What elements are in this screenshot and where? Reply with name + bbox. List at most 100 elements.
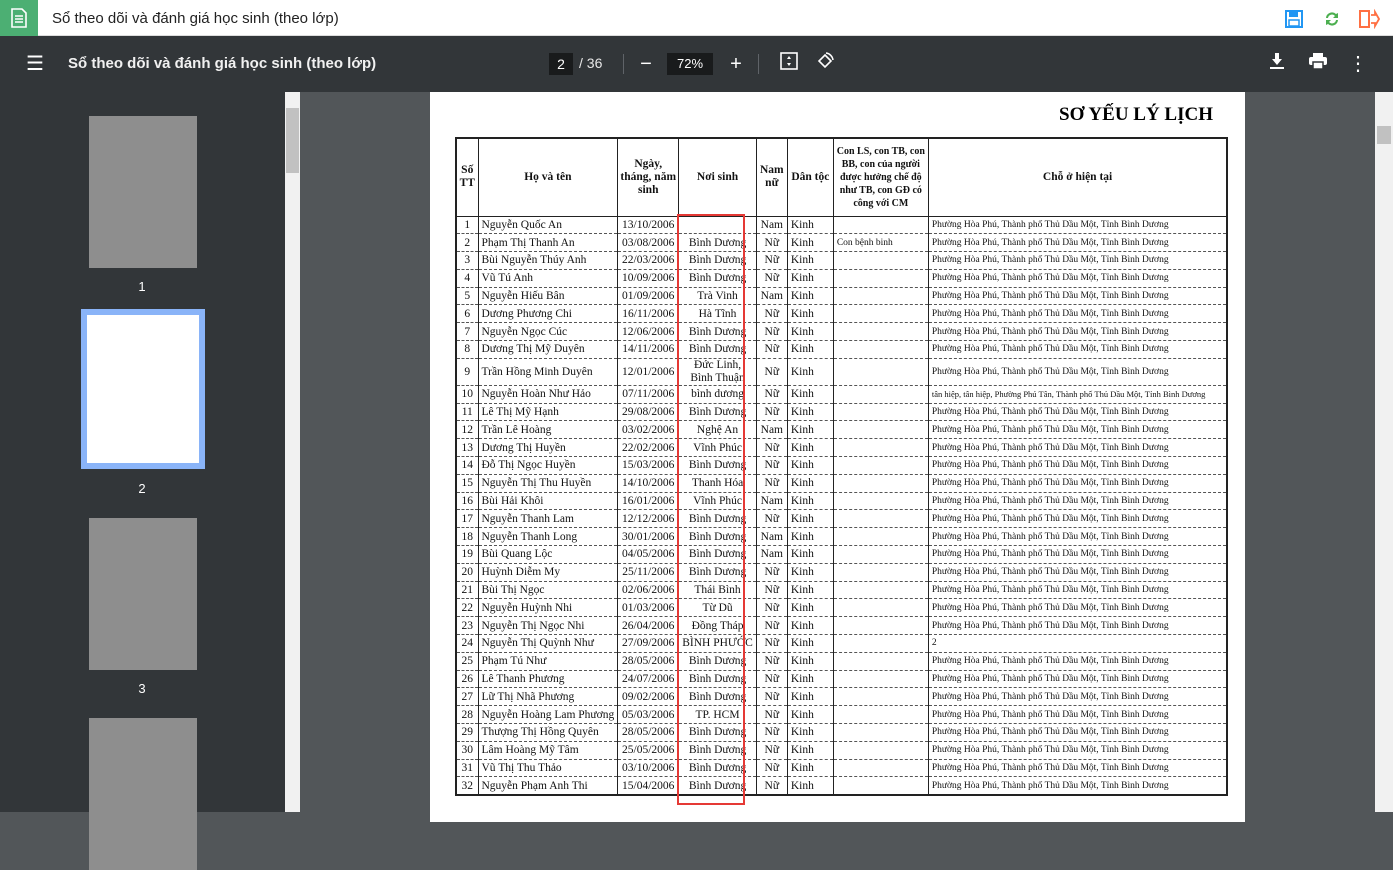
policy-status (832, 474, 929, 493)
birth-place: Đức Linh, Bình Thuận (678, 358, 757, 386)
ethnicity: Kinh (786, 545, 834, 564)
policy-status (832, 438, 929, 458)
row-number: 6 (455, 304, 479, 324)
column-header: Nơi sinh (678, 137, 757, 217)
birth-date: 01/09/2006 (617, 287, 680, 306)
rotate-icon[interactable] (813, 52, 837, 76)
pdf-toolbar: ☰ Sổ theo dõi và đánh giá học sinh (theo… (0, 36, 1393, 92)
main-scrollbar[interactable] (1375, 92, 1393, 812)
gender: Nam (755, 545, 788, 564)
row-number: 30 (455, 741, 479, 760)
current-address: Phường Hòa Phú, Thành phố Thủ Dầu Một, T… (927, 563, 1228, 582)
policy-status (832, 403, 929, 422)
title-bar: Sổ theo dõi và đánh giá học sinh (theo l… (0, 0, 1393, 36)
student-name: Lâm Hoàng Mỹ Tâm (477, 741, 619, 760)
birth-date: 28/05/2006 (617, 652, 680, 671)
fit-page-icon[interactable] (777, 52, 801, 76)
table-row: 12 Trần Lê Hoàng 03/02/2006 Nghệ An Nam Kinh P… (455, 420, 1228, 440)
page-number-input[interactable]: 2 (549, 53, 573, 75)
policy-status (832, 705, 929, 725)
thumbnail-page-4[interactable] (89, 718, 197, 870)
table-row: 23 Nguyễn Thị Ngọc Nhi 26/04/2006 Đồng Tháp… (455, 616, 1228, 636)
row-number: 31 (455, 759, 479, 778)
birth-place: Vĩnh Phúc (678, 438, 757, 458)
ethnicity: Kinh (786, 527, 834, 547)
birth-place: Bình Dương (678, 723, 757, 742)
column-header: Ngày, tháng, năm sinh (617, 137, 680, 217)
table-row: 15 Nguyễn Thị Thu Huyền 14/10/2006 Thanh Hó… (455, 474, 1228, 493)
current-address: Phường Hòa Phú, Thành phố Thủ Dầu Một, T… (927, 492, 1228, 511)
current-address: Phường Hòa Phú, Thành phố Thủ Dầu Một, T… (927, 269, 1228, 288)
policy-status: Con bệnh binh (832, 233, 929, 253)
student-name: Vũ Thị Thu Thảo (477, 759, 619, 778)
birth-date: 30/01/2006 (617, 527, 680, 547)
gender: Nữ (755, 403, 788, 422)
current-address: Phường Hòa Phú, Thành phố Thủ Dầu Một, T… (927, 723, 1228, 742)
download-icon[interactable] (1265, 52, 1289, 76)
table-row: 25 Phạm Tú Như 28/05/2006 Bình Dương Nữ Kinh P… (455, 652, 1228, 671)
birth-place: Bình Dương (678, 545, 757, 564)
birth-place: Bình Dương (678, 269, 757, 288)
gender: Nữ (755, 670, 788, 689)
policy-status (832, 741, 929, 760)
thumbnail-page-3[interactable] (89, 518, 197, 670)
row-number: 28 (455, 705, 479, 725)
ethnicity: Kinh (786, 233, 834, 253)
ethnicity: Kinh (786, 616, 834, 636)
thumbnail-page-2[interactable] (81, 309, 205, 469)
print-icon[interactable] (1306, 52, 1330, 76)
column-header: Dân tộc (786, 137, 834, 217)
table-row: 4 Vũ Tú Anh 10/09/2006 Bình Dương Nữ Kinh Phườ… (455, 269, 1228, 288)
policy-status (832, 687, 929, 707)
gender: Nữ (755, 741, 788, 760)
birth-place: Trà Vinh (678, 287, 757, 306)
gender: Nữ (755, 687, 788, 707)
zoom-input[interactable]: 72% (667, 53, 713, 75)
ethnicity: Kinh (786, 776, 834, 796)
save-icon[interactable] (1284, 9, 1304, 29)
policy-status (832, 492, 929, 511)
ethnicity: Kinh (786, 420, 834, 440)
table-row: 20 Huỳnh Diễm My 25/11/2006 Bình Dương Nữ Kin… (455, 563, 1228, 582)
menu-icon[interactable]: ☰ (23, 52, 47, 76)
policy-status (832, 759, 929, 778)
sync-icon[interactable] (1322, 9, 1342, 29)
gender: Nữ (755, 385, 788, 404)
birth-place: Bình Dương (678, 776, 757, 796)
gender: Nữ (755, 759, 788, 778)
thumbnail-label: 3 (138, 681, 146, 696)
gender: Nam (755, 420, 788, 440)
student-name: Bùi Thị Ngọc (477, 581, 619, 600)
student-name: Dương Phương Chi (477, 304, 619, 324)
row-number: 29 (455, 723, 479, 742)
thumbnail-page-1[interactable] (89, 116, 197, 268)
page-heading: SƠ YẾU LÝ LỊCH (1059, 104, 1213, 125)
ethnicity: Kinh (786, 438, 834, 458)
zoom-out-icon[interactable]: − (634, 52, 658, 76)
student-name: Lữ Thị Nhã Phương (477, 687, 619, 707)
ethnicity: Kinh (786, 216, 834, 235)
table-row: 31 Vũ Thị Thu Thảo 03/10/2006 Bình Dương Nữ K… (455, 759, 1228, 778)
birth-date: 15/03/2006 (617, 456, 680, 475)
student-name: Nguyễn Thanh Long (477, 527, 619, 547)
ethnicity: Kinh (786, 687, 834, 707)
birth-date: 26/04/2006 (617, 616, 680, 636)
current-address: Phường Hòa Phú, Thành phố Thủ Dầu Một, T… (927, 509, 1228, 529)
gender: Nữ (755, 233, 788, 253)
policy-status (832, 776, 929, 796)
zoom-in-icon[interactable]: + (724, 52, 748, 76)
exit-icon[interactable] (1358, 8, 1381, 30)
row-number: 2 (455, 233, 479, 253)
birth-place: Bình Dương (678, 527, 757, 547)
column-header: Con LS, con TB, con BB, con của người đư… (832, 137, 929, 217)
more-icon[interactable]: ⋮ (1346, 52, 1370, 76)
current-address: Phường Hòa Phú, Thành phố Thủ Dầu Một, T… (927, 287, 1228, 306)
gender: Nữ (755, 598, 788, 618)
sidebar-scrollbar[interactable] (285, 92, 300, 812)
table-row: 21 Bùi Thị Ngọc 02/06/2006 Thái Bình Nữ Kinh P… (455, 581, 1228, 600)
ethnicity: Kinh (786, 723, 834, 742)
birth-place: Bình Dương (678, 456, 757, 475)
policy-status (832, 563, 929, 582)
gender: Nữ (755, 723, 788, 742)
ethnicity: Kinh (786, 287, 834, 306)
